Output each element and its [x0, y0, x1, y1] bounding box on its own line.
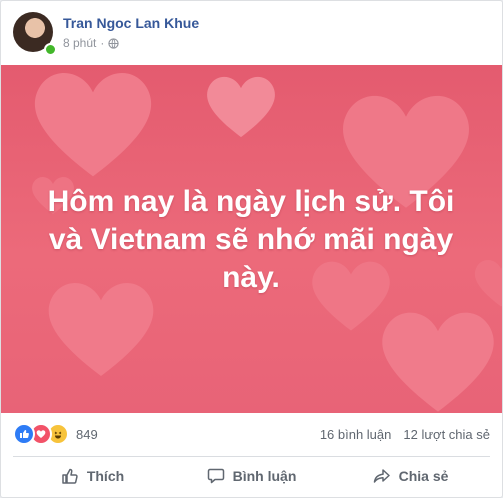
share-button[interactable]: Chia sẻ	[331, 457, 490, 495]
heart-decoration-icon	[34, 72, 152, 177]
comment-button[interactable]: Bình luận	[172, 457, 331, 495]
post-header: Tran Ngoc Lan Khue 8 phút ·	[13, 12, 490, 56]
post-text: Hôm nay là ngày lịch sử. Tôi và Vietnam …	[47, 185, 455, 294]
like-icon	[13, 423, 35, 445]
thumbs-up-icon	[62, 468, 78, 484]
post-actions: Thích Bình luận Chia sẻ	[13, 456, 490, 495]
share-label: Chia sẻ	[398, 468, 449, 484]
online-status-dot	[44, 43, 57, 56]
reactions-summary[interactable]: 849	[13, 423, 98, 445]
like-button[interactable]: Thích	[13, 457, 172, 495]
reaction-count[interactable]: 849	[76, 427, 98, 442]
author-name[interactable]: Tran Ngoc Lan Khue	[63, 15, 199, 31]
post-meta: 8 phút ·	[63, 36, 120, 50]
heart-decoration-icon	[474, 260, 502, 307]
heart-decoration-icon	[382, 312, 494, 412]
globe-icon[interactable]	[108, 37, 120, 49]
shares-count[interactable]: 12 lượt chia sẻ	[403, 427, 490, 442]
share-arrow-icon	[373, 469, 390, 483]
heart-decoration-icon	[207, 76, 275, 138]
post-time[interactable]: 8 phút	[63, 36, 96, 50]
like-label: Thích	[86, 468, 125, 484]
comment-label: Bình luận	[232, 468, 297, 484]
post-stats: 849 16 bình luận 12 lượt chia sẻ	[13, 421, 490, 447]
post-card: Tran Ngoc Lan Khue 8 phút · Hôm nay là n…	[0, 0, 503, 498]
post-image[interactable]: Hôm nay là ngày lịch sử. Tôi và Vietnam …	[1, 65, 502, 413]
comments-count[interactable]: 16 bình luận	[320, 427, 392, 442]
comment-icon	[207, 468, 224, 484]
